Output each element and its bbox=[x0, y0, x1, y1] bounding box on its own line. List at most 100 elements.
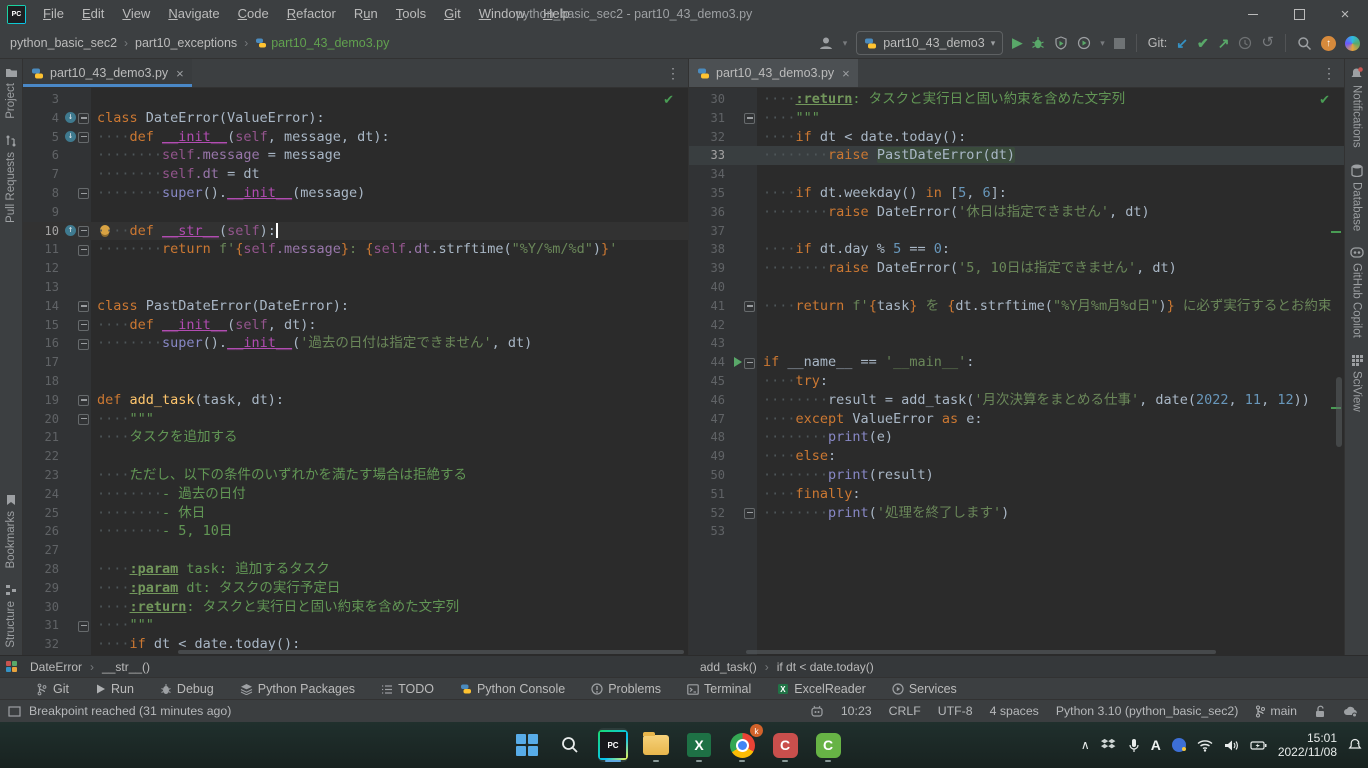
code-line-50[interactable]: 50········print(result) bbox=[689, 466, 1344, 485]
code-line-43[interactable]: 43 bbox=[689, 334, 1344, 353]
code-line-22[interactable]: 22 bbox=[23, 447, 688, 466]
sidebar-item-pull-requests[interactable]: Pull Requests bbox=[5, 127, 17, 231]
line-number[interactable]: 31 bbox=[689, 109, 725, 128]
line-separator[interactable]: CRLF bbox=[889, 704, 921, 718]
code-line-23[interactable]: 23····ただし、以下の条件のいずれかを満たす場合は拒絶する bbox=[23, 466, 688, 485]
fold-marker[interactable] bbox=[78, 395, 89, 406]
menu-navigate[interactable]: Navigate bbox=[159, 0, 228, 28]
code-line-31[interactable]: 31····""" bbox=[689, 109, 1344, 128]
line-number[interactable]: 17 bbox=[23, 353, 59, 372]
line-number[interactable]: 18 bbox=[23, 372, 59, 391]
clock[interactable]: 15:01 2022/11/08 bbox=[1278, 731, 1337, 759]
code-line-29[interactable]: 29····:param dt: タスクの実行予定日 bbox=[23, 579, 688, 598]
line-number[interactable]: 27 bbox=[23, 541, 59, 560]
code-editor-left[interactable]: 34↓class DateError(ValueError):5↓····def… bbox=[23, 88, 688, 656]
line-number[interactable]: 35 bbox=[689, 184, 725, 203]
line-number[interactable]: 32 bbox=[689, 128, 725, 147]
maximize-button[interactable] bbox=[1276, 0, 1322, 28]
fold-marker[interactable] bbox=[78, 188, 89, 199]
code-line-48[interactable]: 48········print(e) bbox=[689, 428, 1344, 447]
code-line-47[interactable]: 47····except ValueError as e: bbox=[689, 410, 1344, 429]
code-line-36[interactable]: 36········raise DateError('休日は指定できません', … bbox=[689, 203, 1344, 222]
code-line-37[interactable]: 37 bbox=[689, 222, 1344, 241]
run-coverage-button[interactable] bbox=[1054, 36, 1068, 50]
menu-code[interactable]: Code bbox=[229, 0, 278, 28]
line-number[interactable]: 11 bbox=[23, 240, 59, 259]
overriding-marker-icon[interactable]: ↑ bbox=[65, 225, 76, 236]
fold-marker[interactable] bbox=[78, 226, 89, 237]
line-number[interactable]: 41 bbox=[689, 297, 725, 316]
code-line-27[interactable]: 27 bbox=[23, 541, 688, 560]
sidebar-item-database[interactable]: Database bbox=[1351, 156, 1363, 239]
line-number[interactable]: 13 bbox=[23, 278, 59, 297]
indent-style[interactable]: 4 spaces bbox=[990, 704, 1039, 718]
line-number[interactable]: 30 bbox=[689, 90, 725, 109]
line-number[interactable]: 26 bbox=[23, 522, 59, 541]
git-commit-button[interactable]: ✔ bbox=[1197, 36, 1209, 50]
code-line-26[interactable]: 26········- 5, 10日 bbox=[23, 522, 688, 541]
toolwindow-todo[interactable]: TODO bbox=[381, 682, 434, 696]
line-number[interactable]: 23 bbox=[23, 466, 59, 485]
git-branch[interactable]: main bbox=[1255, 704, 1297, 718]
code-line-51[interactable]: 51····finally: bbox=[689, 485, 1344, 504]
line-number[interactable]: 12 bbox=[23, 259, 59, 278]
vertical-scrollbar[interactable] bbox=[1336, 377, 1342, 447]
line-number[interactable]: 47 bbox=[689, 410, 725, 429]
code-line-33[interactable]: 33········raise PastDateError(dt) bbox=[689, 146, 1344, 165]
inspection-ok-icon[interactable]: ✔ bbox=[1319, 93, 1330, 108]
line-number[interactable]: 3 bbox=[23, 90, 59, 109]
fold-marker[interactable] bbox=[78, 621, 89, 632]
debugger-icon[interactable] bbox=[810, 705, 824, 717]
cloud-settings-icon[interactable] bbox=[1343, 705, 1358, 717]
menu-git[interactable]: Git bbox=[435, 0, 470, 28]
line-number[interactable]: 20 bbox=[23, 410, 59, 429]
toolwindow-services[interactable]: Services bbox=[892, 682, 957, 696]
code-line-32[interactable]: 32····if dt < date.today(): bbox=[689, 128, 1344, 147]
fold-marker[interactable] bbox=[78, 245, 89, 256]
line-number[interactable]: 45 bbox=[689, 372, 725, 391]
code-line-35[interactable]: 35····if dt.weekday() in [5, 6]: bbox=[689, 184, 1344, 203]
sidebar-item-bookmarks[interactable]: Bookmarks bbox=[5, 486, 17, 577]
caret-position[interactable]: 10:23 bbox=[841, 704, 872, 718]
code-line-14[interactable]: 14class PastDateError(DateError): bbox=[23, 297, 688, 316]
code-line-53[interactable]: 53 bbox=[689, 522, 1344, 541]
code-line-18[interactable]: 18 bbox=[23, 372, 688, 391]
code-line-4[interactable]: 4↓class DateError(ValueError): bbox=[23, 109, 688, 128]
wifi-icon[interactable] bbox=[1197, 739, 1213, 752]
volume-icon[interactable] bbox=[1224, 739, 1239, 752]
fold-marker[interactable] bbox=[78, 320, 89, 331]
dropbox-icon[interactable] bbox=[1101, 738, 1117, 752]
toolwindow-debug[interactable]: Debug bbox=[160, 682, 214, 696]
taskbar-search-button[interactable] bbox=[555, 728, 585, 762]
code-line-9[interactable]: 9 bbox=[23, 203, 688, 222]
line-number[interactable]: 31 bbox=[23, 616, 59, 635]
line-number[interactable]: 48 bbox=[689, 428, 725, 447]
line-number[interactable]: 53 bbox=[689, 522, 725, 541]
line-number[interactable]: 33 bbox=[689, 146, 725, 165]
run-configuration-select[interactable]: part10_43_demo3 ▾ bbox=[856, 31, 1003, 55]
code-line-19[interactable]: 19def add_task(task, dt): bbox=[23, 391, 688, 410]
taskbar-chrome-button[interactable]: k bbox=[727, 728, 757, 762]
editor-options-icon[interactable]: ⋮ bbox=[666, 65, 680, 82]
tab-part10_43_demo3-right[interactable]: part10_43_demo3.py × bbox=[689, 59, 858, 87]
code-line-44[interactable]: 44if __name__ == '__main__': bbox=[689, 353, 1344, 372]
notification-bell-icon[interactable]: z bbox=[1348, 738, 1362, 752]
code-line-45[interactable]: 45····try: bbox=[689, 372, 1344, 391]
battery-icon[interactable] bbox=[1250, 740, 1267, 751]
horizontal-scrollbar[interactable] bbox=[178, 650, 684, 654]
run-line-icon[interactable] bbox=[734, 357, 742, 367]
git-rollback-button[interactable]: ↺ bbox=[1261, 36, 1274, 50]
file-encoding[interactable]: UTF-8 bbox=[938, 704, 973, 718]
line-number[interactable]: 15 bbox=[23, 316, 59, 335]
toolwindow-excelreader[interactable]: XExcelReader bbox=[777, 682, 866, 696]
line-number[interactable]: 42 bbox=[689, 316, 725, 335]
breadcrumb-item[interactable]: python_basic_sec2 bbox=[10, 36, 117, 50]
status-message[interactable]: Breakpoint reached (31 minutes ago) bbox=[29, 704, 231, 718]
taskbar-explorer-button[interactable] bbox=[641, 728, 671, 762]
code-line-42[interactable]: 42 bbox=[689, 316, 1344, 335]
line-number[interactable]: 40 bbox=[689, 278, 725, 297]
line-number[interactable]: 32 bbox=[23, 635, 59, 654]
fold-marker[interactable] bbox=[78, 132, 89, 143]
inspection-ok-icon[interactable]: ✔ bbox=[663, 93, 674, 108]
sidebar-item-notifications[interactable]: Notifications bbox=[1350, 59, 1363, 156]
